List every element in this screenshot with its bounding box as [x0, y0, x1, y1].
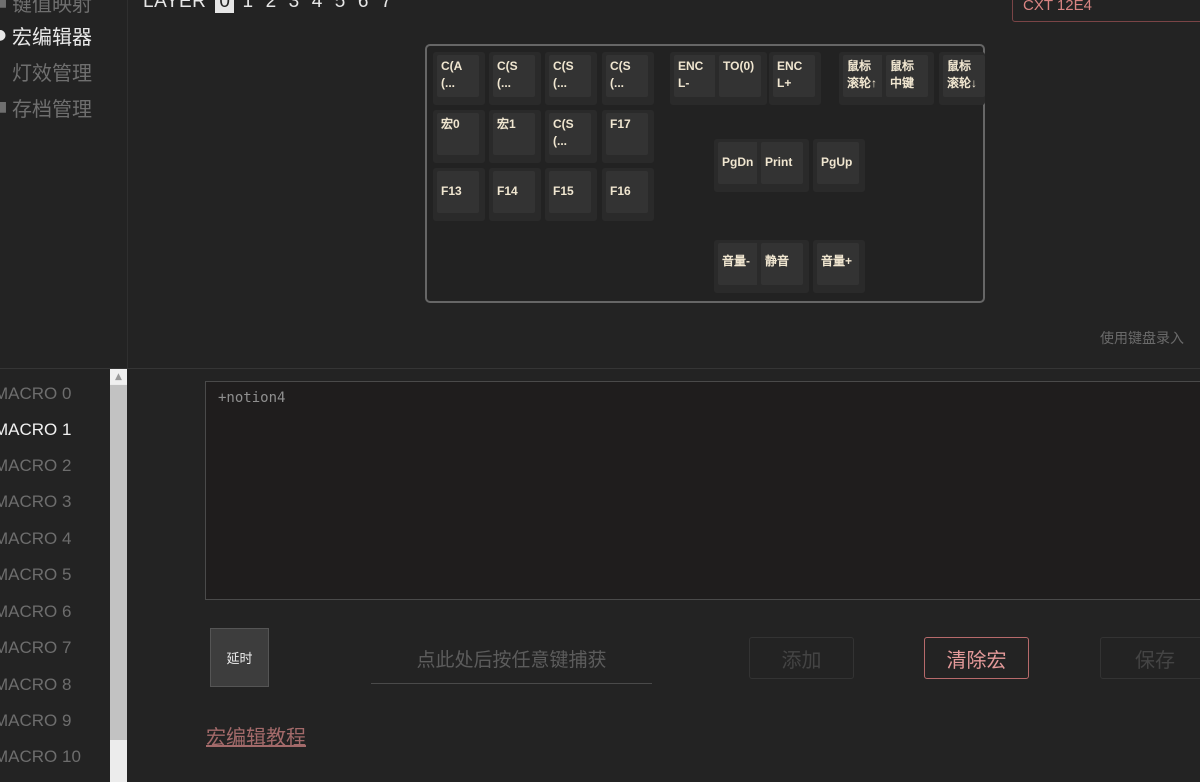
key-label: C(A(... — [437, 55, 479, 97]
key[interactable]: TO(0) — [715, 52, 767, 105]
macro-list-item[interactable]: MACRO 8 — [0, 670, 71, 700]
sidebar-nav: ■ 键值映射 ● 宏编辑器 灯效管理 ■ 存档管理 — [0, 0, 128, 368]
scroll-up-arrow-icon[interactable]: ▲ — [110, 369, 127, 384]
key-label: 静音 — [761, 243, 803, 285]
macro-list-item[interactable]: MACRO 2 — [0, 451, 71, 481]
keyboard-record-hint[interactable]: 使用键盘录入 — [1100, 328, 1184, 348]
macro-list: MACRO 0 MACRO 1 MACRO 2 MACRO 3 MACRO 4 … — [0, 369, 110, 782]
key-label: 鼠标滚轮↓ — [943, 55, 985, 97]
key-label: 鼠标滚轮↑ — [843, 55, 885, 97]
macro-list-item[interactable]: MACRO 6 — [0, 597, 71, 627]
layer-tab-4[interactable]: 4 — [308, 0, 327, 13]
key-label: C(S(... — [606, 55, 648, 97]
key[interactable]: C(S(... — [489, 52, 541, 105]
key-capture-input[interactable] — [371, 637, 652, 684]
key[interactable]: PgUp — [813, 139, 865, 192]
layer-tab-1[interactable]: 1 — [238, 0, 257, 13]
key[interactable]: C(A(... — [433, 52, 485, 105]
key[interactable]: C(S(... — [602, 52, 654, 105]
key[interactable]: F16 — [602, 168, 654, 221]
key[interactable]: 宏0 — [433, 110, 485, 163]
macro-list-item[interactable]: MACRO 9 — [0, 706, 71, 736]
key-label: C(S(... — [549, 55, 591, 97]
key-label: F15 — [549, 171, 591, 213]
layer-tab-2[interactable]: 2 — [262, 0, 281, 13]
nav-item-macro-editor[interactable]: ● 宏编辑器 — [0, 20, 92, 50]
key[interactable]: F17 — [602, 110, 654, 163]
scrollbar-thumb[interactable] — [110, 385, 127, 740]
layer-tab-3[interactable]: 3 — [285, 0, 304, 13]
key-label: C(S(... — [549, 113, 591, 155]
layer-selector: LAYER 0 1 2 3 4 5 6 7 — [143, 0, 400, 13]
key-label: 鼠标中键 — [886, 55, 928, 97]
macro-list-item[interactable]: MACRO 3 — [0, 487, 71, 517]
key-label: F16 — [606, 171, 648, 213]
key[interactable]: 音量+ — [813, 240, 865, 293]
key[interactable]: 鼠标滚轮↓ — [939, 52, 985, 105]
key-label: ENC L- — [674, 55, 716, 97]
macro-text: +notion4 — [218, 390, 286, 406]
key-label: C(S(... — [493, 55, 535, 97]
nav-item-label: 存档管理 — [12, 96, 92, 121]
nav-item-lighting[interactable]: 灯效管理 — [0, 56, 92, 86]
macro-list-item[interactable]: MACRO 10 — [0, 742, 81, 772]
key-label: 音量+ — [817, 243, 859, 285]
macro-editor[interactable]: +notion4 — [205, 381, 1200, 600]
add-button[interactable]: 添加 — [749, 637, 854, 679]
key-label: 音量- — [718, 243, 760, 285]
key[interactable]: C(S(... — [545, 110, 597, 163]
key-label: F17 — [606, 113, 648, 155]
key[interactable]: F15 — [545, 168, 597, 221]
save-button[interactable]: 保存 — [1100, 637, 1200, 679]
layer-tab-5[interactable]: 5 — [331, 0, 350, 13]
nav-bullet-icon: ● — [0, 27, 7, 43]
layer-tab-6[interactable]: 6 — [354, 0, 373, 13]
key-label: F14 — [493, 171, 535, 213]
layer-label: LAYER — [143, 0, 207, 12]
nav-item-label: 灯效管理 — [12, 60, 92, 85]
macro-tutorial-link[interactable]: 宏编辑教程 — [206, 721, 306, 750]
clear-macro-button[interactable]: 清除宏 — [924, 637, 1029, 679]
macro-list-item[interactable]: MACRO 4 — [0, 524, 71, 554]
nav-bullet-icon: ■ — [0, 0, 8, 10]
device-name: CXT 12E4 — [1023, 0, 1092, 14]
macro-list-item[interactable]: MACRO 5 — [0, 560, 71, 590]
key[interactable]: 静音 — [757, 240, 809, 293]
key[interactable]: F14 — [489, 168, 541, 221]
layer-tab-0[interactable]: 0 — [215, 0, 235, 13]
macro-list-item[interactable]: MACRO 7 — [0, 633, 71, 663]
nav-item-keymap[interactable]: ■ 键值映射 — [0, 0, 92, 17]
layer-tab-7[interactable]: 7 — [377, 0, 396, 13]
key-label: F13 — [437, 171, 479, 213]
key[interactable]: 宏1 — [489, 110, 541, 163]
key-label: PgUp — [817, 142, 859, 184]
macro-list-item[interactable]: MACRO 0 — [0, 379, 71, 409]
key-label: ENC L+ — [773, 55, 815, 97]
delay-button[interactable]: 延时 — [210, 628, 269, 687]
key-label: 宏0 — [437, 113, 479, 155]
device-select[interactable]: CXT 12E4 — [1012, 0, 1200, 22]
section-divider — [0, 368, 1200, 369]
key[interactable]: F13 — [433, 168, 485, 221]
key-label: TO(0) — [719, 55, 761, 97]
key[interactable]: Print — [757, 139, 809, 192]
nav-bullet-icon: ■ — [0, 99, 8, 115]
keyboard-layout: C(A(... C(S(... C(S(... C(S(... ENC L- T… — [425, 44, 985, 303]
nav-item-storage[interactable]: ■ 存档管理 — [0, 92, 92, 122]
macro-list-item-selected[interactable]: MACRO 1 — [0, 415, 71, 445]
nav-item-label: 键值映射 — [12, 0, 92, 16]
key[interactable]: C(S(... — [545, 52, 597, 105]
key-label: Print — [761, 142, 803, 184]
key[interactable]: 鼠标中键 — [882, 52, 934, 105]
nav-item-label: 宏编辑器 — [12, 24, 92, 49]
key-encoder-right[interactable]: ENC L+ — [769, 52, 821, 105]
key-label: 宏1 — [493, 113, 535, 155]
key-label: PgDn — [718, 142, 760, 184]
